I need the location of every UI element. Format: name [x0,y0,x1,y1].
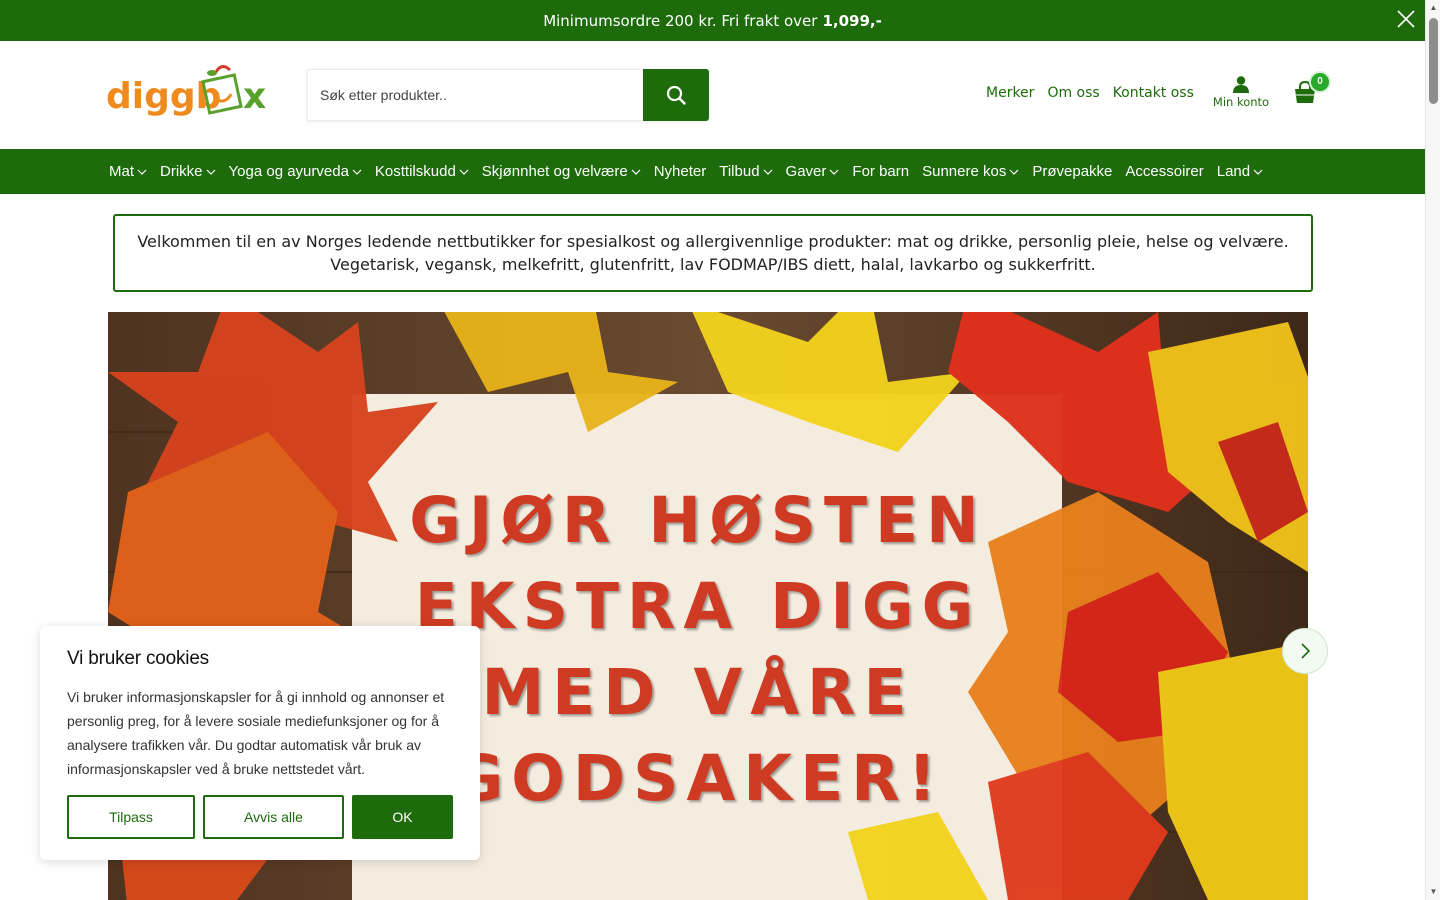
nav-item-label: Yoga og ayurveda [228,163,349,180]
slider-next-button[interactable] [1282,628,1328,674]
page-scrollbar[interactable]: ▲ ▼ [1425,0,1440,900]
chevron-down-icon [829,169,839,175]
nav-item-gaver[interactable]: Gaver [786,163,840,180]
welcome-line-2: Vegetarisk, vegansk, melkefritt, glutenf… [330,255,1096,274]
nav-item-accessoirer[interactable]: Accessoirer [1125,163,1203,180]
reject-all-button[interactable]: Avvis alle [203,795,344,839]
chevron-down-icon [763,169,772,175]
chevron-right-icon [1301,643,1311,659]
search-input[interactable] [307,69,643,121]
nav-item-mat[interactable]: Mat [109,163,147,180]
scrollbar-thumb[interactable] [1429,18,1438,104]
nav-item-sunnere-kos[interactable]: Sunnere kos [922,163,1019,180]
chevron-down-icon [459,169,469,175]
account-button[interactable]: Min konto [1210,75,1272,109]
account-label: Min konto [1212,95,1270,109]
nav-item-skjønnhet-og-velvære[interactable]: Skjønnhet og velvære [482,163,641,180]
link-merker[interactable]: Merker [986,85,1034,101]
nav-item-nyheter[interactable]: Nyheter [654,163,707,180]
cart-count-badge: 0 [1311,73,1329,91]
chevron-down-icon [352,169,362,175]
welcome-banner: Velkommen til en av Norges ledende nettb… [113,214,1313,292]
svg-text:x: x [243,76,266,117]
diggbox-logo[interactable]: diggb x [104,64,274,124]
nav-item-label: Sunnere kos [922,163,1007,180]
chevron-down-icon [206,169,215,175]
nav-item-label: Nyheter [653,163,707,180]
accept-button[interactable]: OK [352,795,453,839]
link-om-oss[interactable]: Om oss [1047,85,1099,101]
welcome-line-1: Velkommen til en av Norges ledende nettb… [137,232,1289,251]
user-icon [1233,76,1249,93]
nav-item-yoga-og-ayurveda[interactable]: Yoga og ayurveda [229,163,362,180]
nav-item-label: Accessoirer [1125,163,1204,180]
nav-item-for-barn[interactable]: For barn [852,163,909,180]
header-links: Merker Om oss Kontakt oss [986,85,1194,101]
scroll-up-arrow-icon[interactable]: ▲ [1429,3,1438,13]
search-icon [666,85,686,105]
nav-item-label: Prøvepakke [1032,163,1113,180]
search-bar [307,69,709,121]
cookie-consent-dialog: Vi bruker cookies Vi bruker informasjons… [40,626,480,860]
site-header: diggb x Merker Om oss Kontakt oss M [0,41,1425,149]
nav-item-kosttilskudd[interactable]: Kosttilskudd [375,163,469,180]
nav-item-label: Tilbud [719,163,760,180]
nav-item-label: Drikke [160,163,203,180]
chevron-down-icon [137,169,147,175]
search-button[interactable] [643,69,709,121]
close-icon[interactable] [1395,8,1417,30]
scroll-down-arrow-icon[interactable]: ▼ [1429,887,1438,897]
link-kontakt-oss[interactable]: Kontakt oss [1113,85,1194,101]
nav-item-label: Kosttilskudd [374,163,456,180]
chevron-down-icon [631,169,641,175]
nav-item-land[interactable]: Land [1217,163,1263,180]
main-nav: Mat Drikke Yoga og ayurveda Kosttilskudd Skj… [0,149,1425,194]
nav-item-label: Skjønnhet og velvære [481,163,628,180]
hero-line-1: GJØR HØSTEN [409,484,987,557]
nav-item-drikke[interactable]: Drikke [160,163,216,180]
announcement-amount: 1,099,- [822,11,882,30]
customize-button[interactable]: Tilpass [67,795,195,839]
cookie-title: Vi bruker cookies [67,648,209,669]
nav-item-label: Land [1216,163,1251,180]
cookie-body: Vi bruker informasjonskapsler for å gi i… [67,689,445,777]
cookie-buttons: Tilpass Avvis alle OK [67,795,453,839]
nav-item-label: Gaver [785,163,827,180]
nav-item-label: For barn [852,163,910,180]
chevron-down-icon [1253,169,1263,175]
announcement-bar: Minimumsordre 200 kr. Fri frakt over 1,0… [0,0,1425,41]
nav-item-label: Mat [109,163,135,180]
nav-item-tilbud[interactable]: Tilbud [719,163,772,180]
chevron-down-icon [1009,169,1019,175]
announcement-text: Minimumsordre 200 kr. Fri frakt over [543,11,818,30]
nav-item-prøvepakke[interactable]: Prøvepakke [1032,163,1112,180]
